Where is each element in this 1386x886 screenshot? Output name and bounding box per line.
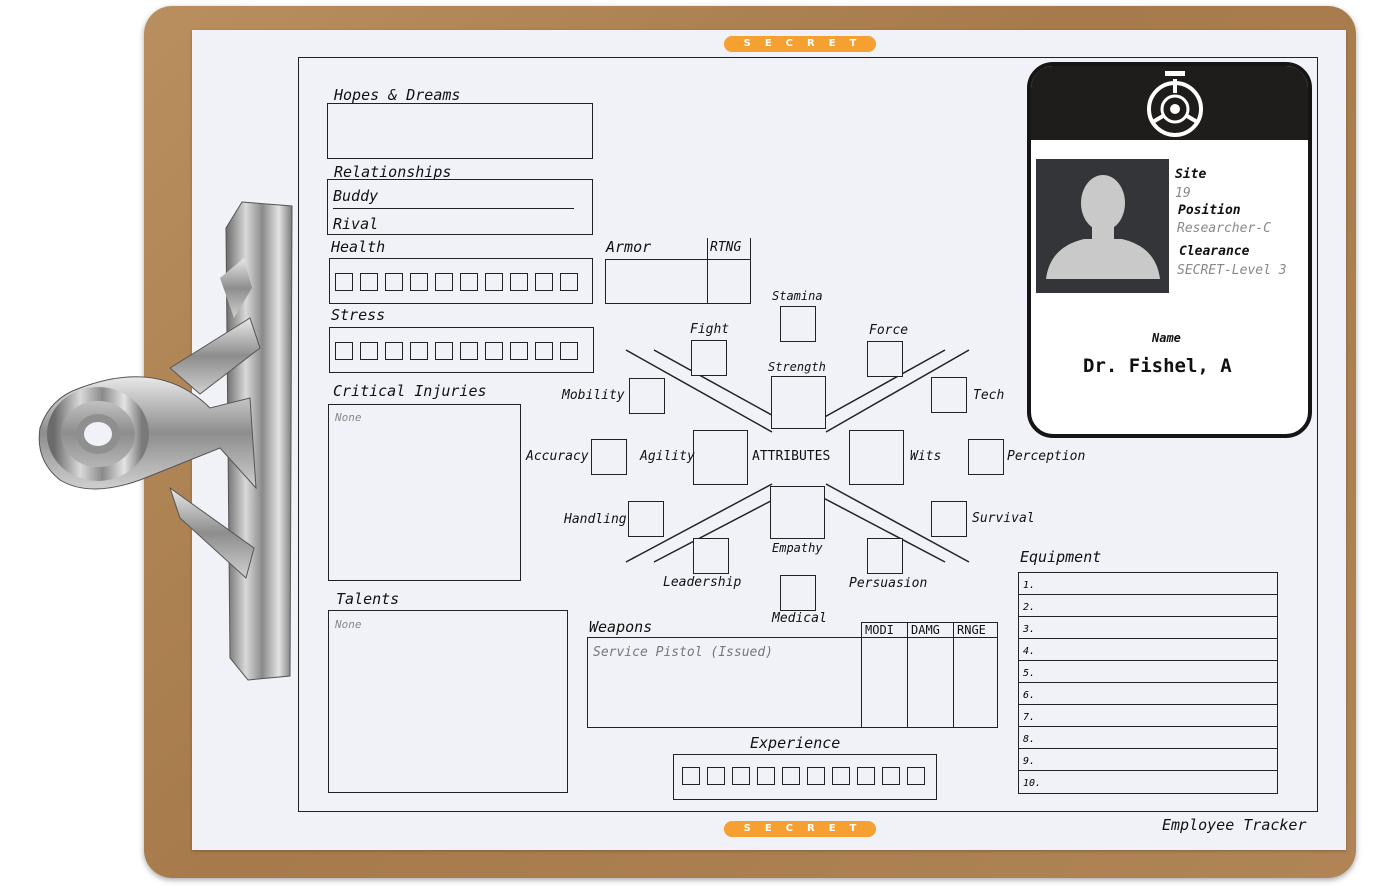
wits-box[interactable] — [849, 430, 904, 485]
scp-foundation-logo-icon — [1147, 71, 1203, 137]
experience-checkbox[interactable] — [732, 767, 750, 785]
id-position-label: Position — [1178, 203, 1241, 218]
mobility-label: Mobility — [562, 388, 625, 403]
equipment-row[interactable]: 3. — [1019, 617, 1277, 639]
equipment-row[interactable]: 1. — [1019, 573, 1277, 595]
leadership-label: Leadership — [663, 575, 742, 590]
experience-checkbox[interactable] — [682, 767, 700, 785]
weapons-label: Weapons — [589, 618, 653, 636]
person-silhouette-icon — [1046, 175, 1160, 279]
id-name-value: Dr. Fishel, A — [1083, 355, 1232, 377]
equipment-label: Equipment — [1020, 548, 1102, 566]
id-card: Site 19 Position Researcher-C Clearance … — [1027, 62, 1312, 438]
weapon-entry-service-pistol: Service Pistol (Issued) — [593, 645, 774, 660]
id-photo — [1036, 159, 1169, 293]
fight-box[interactable] — [691, 340, 727, 376]
agility-label: Agility — [640, 449, 695, 464]
equipment-row[interactable]: 4. — [1019, 639, 1277, 661]
medical-box[interactable] — [780, 575, 816, 611]
accuracy-box[interactable] — [591, 439, 627, 475]
agility-box[interactable] — [693, 430, 748, 485]
experience-track — [682, 767, 925, 785]
strength-box[interactable] — [771, 376, 826, 429]
stamina-box[interactable] — [780, 306, 816, 342]
empathy-label: Empathy — [772, 541, 823, 555]
experience-checkbox[interactable] — [807, 767, 825, 785]
stamina-label: Stamina — [772, 289, 823, 303]
id-position-value: Researcher-C — [1177, 221, 1271, 236]
accuracy-label: Accuracy — [526, 449, 589, 464]
weapons-mod-header: MODI — [865, 623, 894, 637]
weapons-col-edge — [997, 622, 998, 638]
weapons-damage-header: DAMG — [911, 623, 940, 637]
equipment-row[interactable]: 10. — [1019, 771, 1277, 793]
tech-box[interactable] — [931, 377, 967, 413]
id-site-label: Site — [1175, 167, 1207, 182]
handling-label: Handling — [564, 512, 627, 527]
survival-box[interactable] — [931, 501, 967, 537]
binder-clip-icon — [38, 201, 293, 681]
perception-box[interactable] — [968, 439, 1004, 475]
survival-label: Survival — [972, 511, 1035, 526]
perception-label: Perception — [1007, 449, 1086, 464]
equipment-row[interactable]: 2. — [1019, 595, 1277, 617]
equipment-list: 1. 2. 3. 4. 5. 6. 7. 8. 9. 10. — [1018, 572, 1278, 794]
equipment-row[interactable]: 5. — [1019, 661, 1277, 683]
fight-label: Fight — [690, 322, 730, 337]
equipment-row[interactable]: 7. — [1019, 705, 1277, 727]
attributes-center-label: ATTRIBUTES — [752, 449, 831, 464]
persuasion-label: Persuasion — [849, 576, 928, 591]
force-label: Force — [869, 323, 909, 338]
equipment-row[interactable]: 9. — [1019, 749, 1277, 771]
id-name-label: Name — [1152, 331, 1181, 345]
experience-label: Experience — [750, 734, 841, 752]
weapons-col-divider-3 — [953, 622, 954, 728]
handling-box[interactable] — [628, 501, 664, 537]
experience-checkbox[interactable] — [857, 767, 875, 785]
medical-label: Medical — [772, 611, 827, 626]
force-box[interactable] — [867, 341, 903, 377]
tech-label: Tech — [973, 388, 1005, 403]
equipment-row[interactable]: 6. — [1019, 683, 1277, 705]
leadership-box[interactable] — [693, 538, 729, 574]
experience-checkbox[interactable] — [882, 767, 900, 785]
strength-label: Strength — [768, 360, 826, 374]
experience-checkbox[interactable] — [907, 767, 925, 785]
persuasion-box[interactable] — [867, 538, 903, 574]
id-clearance-value: SECRET-Level 3 — [1177, 263, 1287, 278]
wits-label: Wits — [910, 449, 942, 464]
weapons-col-divider-1 — [861, 622, 862, 728]
weapons-col-divider-2 — [907, 622, 908, 728]
id-clearance-label: Clearance — [1179, 244, 1250, 259]
equipment-row[interactable]: 8. — [1019, 727, 1277, 749]
id-site-value: 19 — [1175, 186, 1191, 201]
weapons-range-header: RNGE — [957, 623, 986, 637]
empathy-box[interactable] — [770, 486, 825, 539]
weapons-header-topline — [862, 622, 997, 623]
experience-checkbox[interactable] — [782, 767, 800, 785]
mobility-box[interactable] — [629, 378, 665, 414]
experience-checkbox[interactable] — [832, 767, 850, 785]
experience-checkbox[interactable] — [707, 767, 725, 785]
experience-checkbox[interactable] — [757, 767, 775, 785]
